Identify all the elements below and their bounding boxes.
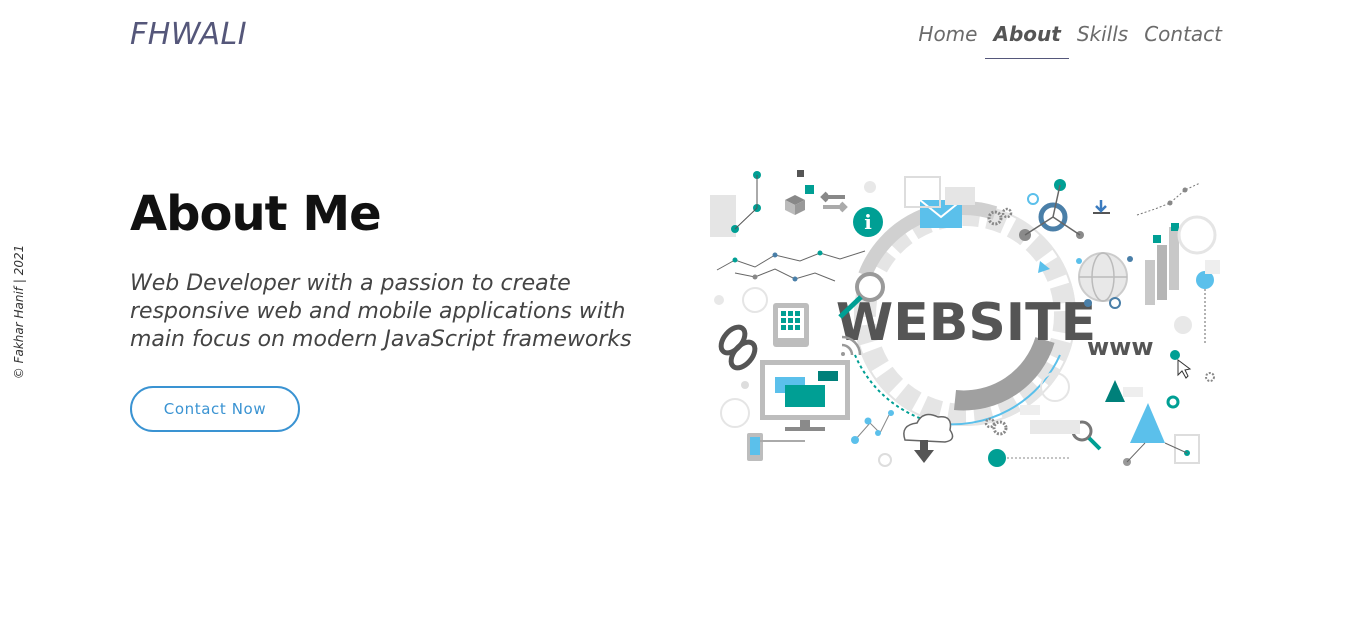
nav-skills[interactable]: Skills: [1069, 22, 1136, 59]
sidebar-credit: © Fakhar Hanif | 2021: [12, 244, 26, 380]
nav-about[interactable]: About: [985, 22, 1069, 59]
main-nav: Home About Skills Contact: [910, 22, 1230, 59]
illustration-www-text: www: [1087, 333, 1154, 361]
svg-text:i: i: [864, 210, 872, 234]
nav-contact[interactable]: Contact: [1136, 22, 1230, 59]
brand-logo[interactable]: FHWALI: [130, 17, 247, 52]
page-title: About Me: [130, 186, 382, 242]
hero-description: Web Developer with a passion to create r…: [130, 271, 632, 352]
contact-now-button[interactable]: Contact Now: [130, 386, 300, 432]
website-illustration: WEBSITE www i: [710, 170, 1220, 467]
nav-home[interactable]: Home: [910, 22, 985, 59]
illustration-website-text: WEBSITE: [836, 293, 1096, 353]
